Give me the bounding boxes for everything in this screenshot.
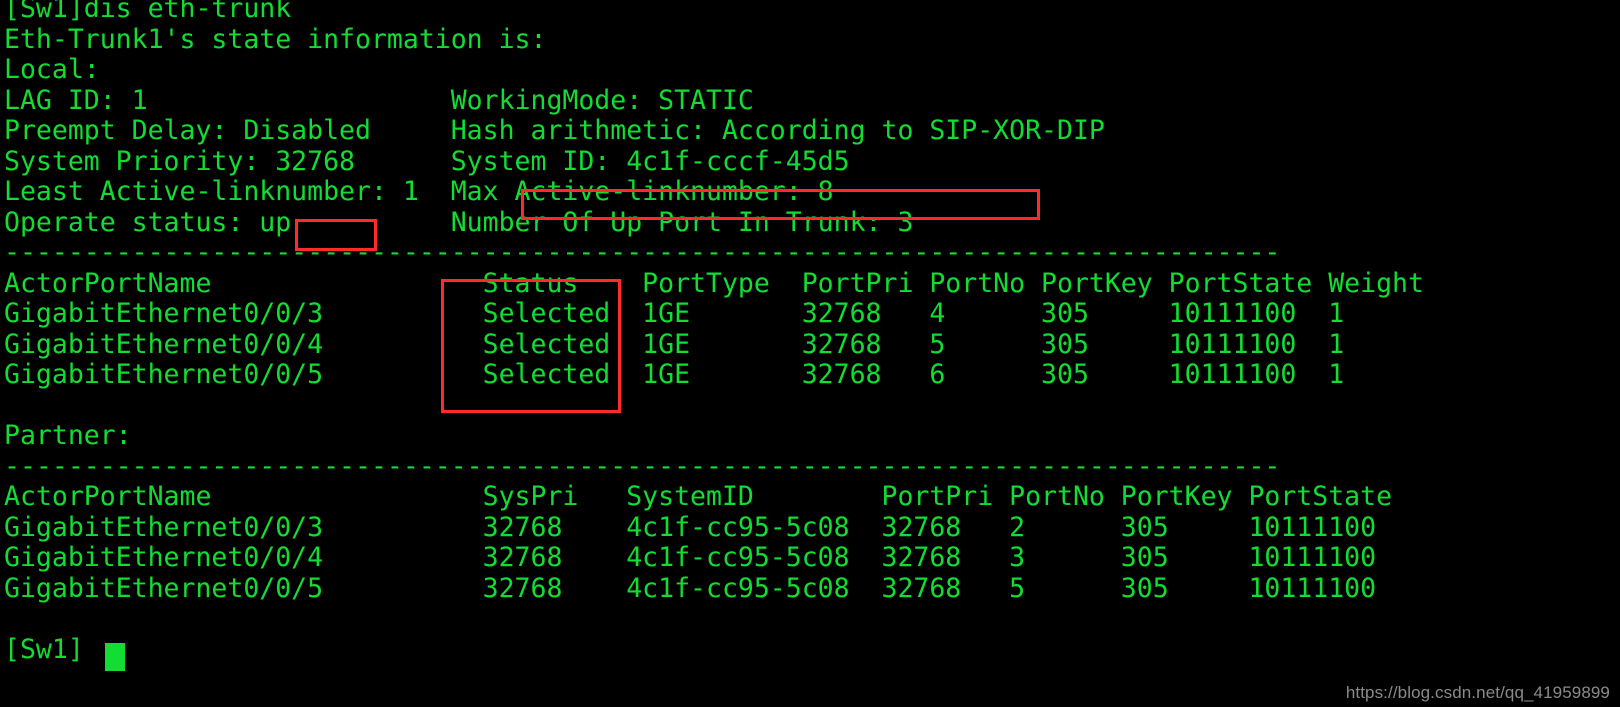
lag-id-line: LAG ID: 1 WorkingMode: STATIC (4, 84, 754, 116)
table-row: GigabitEthernet0/0/4 Selected 1GE 32768 … (4, 328, 1345, 360)
shell-prompt: [Sw1] (4, 633, 84, 665)
least-active-link-line: Least Active-linknumber: 1 Max Active-li… (4, 176, 834, 207)
operate-status-line: Operate status: up Number Of Up Port In … (4, 206, 914, 238)
preempt-delay-line: Preempt Delay: Disabled Hash arithmetic:… (4, 115, 1105, 146)
partner-section-label: Partner: (4, 420, 132, 451)
local-table-header: ActorPortName Status PortType PortPri Po… (4, 267, 1424, 299)
system-priority-line: System Priority: 32768 System ID: 4c1f-c… (4, 145, 850, 177)
text-cursor (105, 643, 125, 671)
eth-trunk-title: Eth-Trunk1's state information is: (4, 23, 547, 55)
table-row: GigabitEthernet0/0/4 32768 4c1f-cc95-5c0… (4, 542, 1377, 573)
command-line: [Sw1]dis eth-trunk (4, 0, 292, 24)
separator-local: ----------------------------------------… (4, 237, 1281, 268)
terminal-window: [Sw1]dis eth-trunk Eth-Trunk1's state in… (0, 0, 1620, 707)
table-row: GigabitEthernet0/0/5 Selected 1GE 32768 … (4, 359, 1345, 390)
separator-partner: ----------------------------------------… (4, 450, 1281, 482)
local-section-label: Local: (4, 54, 100, 85)
terminal-screen[interactable]: [Sw1]dis eth-trunk Eth-Trunk1's state in… (0, 0, 1620, 707)
table-row: GigabitEthernet0/0/5 32768 4c1f-cc95-5c0… (4, 572, 1377, 604)
table-row: GigabitEthernet0/0/3 Selected 1GE 32768 … (4, 298, 1345, 329)
table-row: GigabitEthernet0/0/3 32768 4c1f-cc95-5c0… (4, 511, 1377, 543)
partner-table-header: ActorPortName SysPri SystemID PortPri Po… (4, 481, 1393, 512)
watermark-text: https://blog.csdn.net/qq_41959899 (1345, 683, 1610, 702)
